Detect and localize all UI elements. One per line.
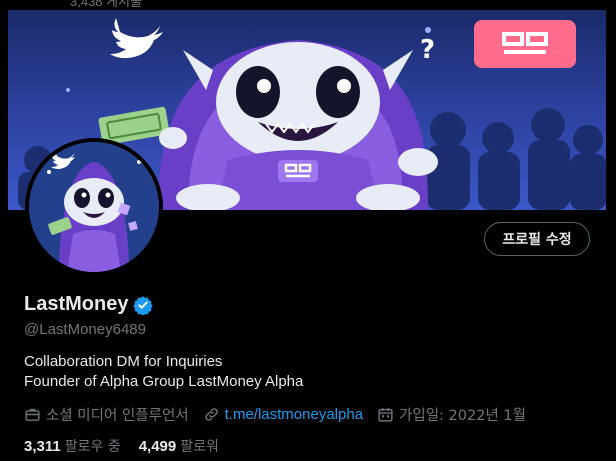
bio-line: Founder of Alpha Group LastMoney Alpha <box>24 373 304 390</box>
category-label: 소셜 미디어 인플루언서 <box>46 407 189 424</box>
twitter-bird-icon <box>110 18 163 59</box>
following-label: 팔로우 중 <box>64 439 121 455</box>
bio-line: Collaboration DM for Inquiries <box>24 353 223 370</box>
link-item: t.me/lastmoneyalpha <box>203 406 363 423</box>
pink-logo-sign <box>474 20 576 68</box>
following-link[interactable]: 3,311 팔로우 중 <box>24 436 121 456</box>
link-icon <box>204 407 218 421</box>
edit-profile-button[interactable]: 프로필 수정 <box>484 222 590 256</box>
verified-badge-icon[interactable] <box>133 295 154 315</box>
top-strip: 3,438 게시물 <box>0 0 616 10</box>
display-name-row: LastMoney <box>24 293 154 316</box>
joined-item: 가입일: 2022년 1월 <box>377 404 526 425</box>
profile-meta: 소셜 미디어 인플루언서 t.me/lastmoneyalpha 가입일: 20… <box>24 403 540 425</box>
profile-link[interactable]: t.me/lastmoneyalpha <box>225 406 363 423</box>
svg-text:?: ? <box>420 35 435 65</box>
post-count: 3,438 게시물 <box>70 0 143 9</box>
profile-bio: Collaboration DM for Inquiries Founder o… <box>24 352 303 392</box>
followers-link[interactable]: 4,499 팔로워 <box>139 436 219 456</box>
calendar-icon <box>378 407 393 422</box>
briefcase-icon <box>25 408 40 421</box>
following-count: 3,311 <box>24 438 61 455</box>
followers-count: 4,499 <box>138 438 177 455</box>
category-item: 소셜 미디어 인플루언서 <box>24 404 189 425</box>
profile-avatar[interactable] <box>25 138 163 276</box>
follow-stats: 3,311 팔로우 중 4,499 팔로워 <box>24 436 237 456</box>
joined-date: 가입일: 2022년 1월 <box>399 407 526 424</box>
display-name: LastMoney <box>24 293 129 315</box>
user-handle: @LastMoney6489 <box>24 321 146 338</box>
avatar-illustration <box>29 142 159 272</box>
followers-label: 팔로워 <box>180 439 219 455</box>
